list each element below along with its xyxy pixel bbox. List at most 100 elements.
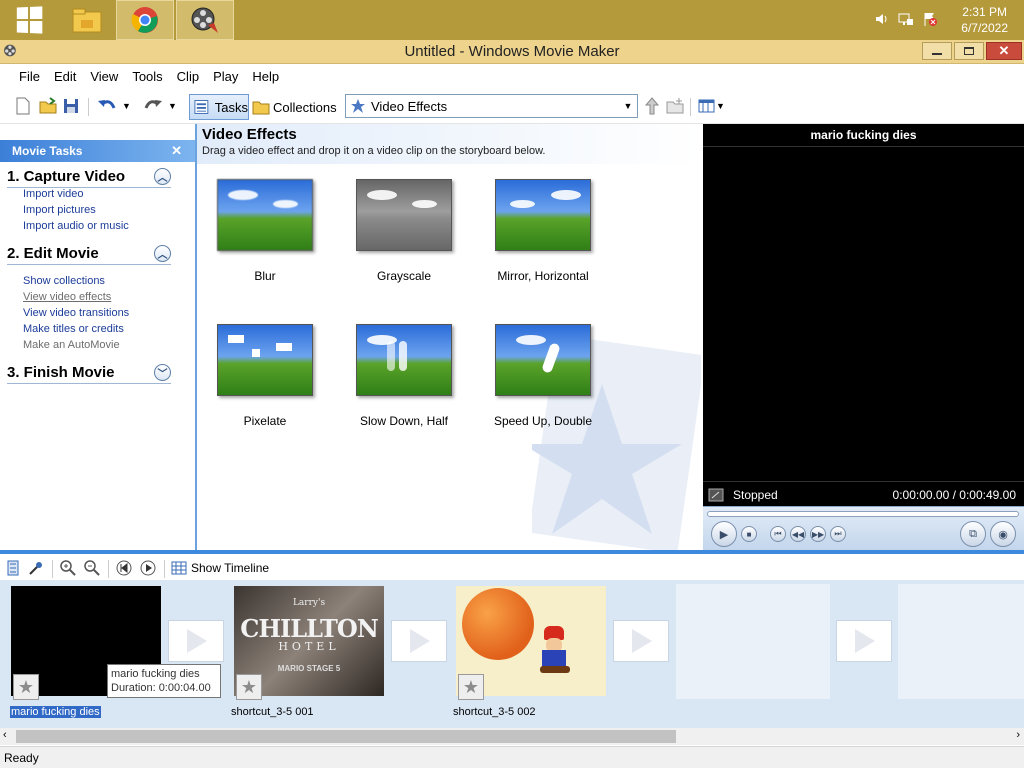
section-edit-movie[interactable]: 2. Edit Movie ︿ <box>7 245 171 265</box>
chrome-icon <box>131 7 158 33</box>
network-icon[interactable] <box>898 11 914 27</box>
effect-grayscale[interactable]: Grayscale <box>339 179 469 283</box>
new-project-icon[interactable] <box>14 96 32 116</box>
transition-slot[interactable] <box>836 620 892 662</box>
rewind-button[interactable]: ◀◀ <box>790 526 806 542</box>
effect-blur[interactable]: Blur <box>200 179 330 283</box>
expand-down-icon[interactable]: ﹀ <box>154 364 171 381</box>
restore-button[interactable] <box>954 42 984 60</box>
zoom-out-icon[interactable] <box>84 560 100 576</box>
preview-time: 0:00:00.00 / 0:00:49.00 <box>892 488 1016 502</box>
effect-thumbnail <box>495 324 591 396</box>
collections-button[interactable]: Collections <box>252 94 337 120</box>
taskbar: 2:31 PM 6/7/2022 <box>0 0 1024 40</box>
effect-star-icon[interactable]: ★ <box>458 674 484 700</box>
task-show-collections[interactable]: Show collections <box>23 275 105 287</box>
effect-slow-down-half[interactable]: Slow Down, Half <box>339 324 469 428</box>
section-finish-movie[interactable]: 3. Finish Movie ﹀ <box>7 364 171 384</box>
menu-clip[interactable]: Clip <box>170 69 206 84</box>
collapse-up-icon[interactable]: ︿ <box>154 245 171 262</box>
task-make-automovie[interactable]: Make an AutoMovie <box>23 339 120 351</box>
section-capture-video[interactable]: 1. Capture Video ︿ <box>7 168 171 188</box>
task-import-pictures[interactable]: Import pictures <box>23 204 96 216</box>
views-dropdown-icon[interactable]: ▼ <box>716 96 725 116</box>
task-import-video[interactable]: Import video <box>23 188 84 200</box>
stop-button[interactable]: ■ <box>741 526 757 542</box>
scrollbar-thumb[interactable] <box>16 730 676 743</box>
seek-bar[interactable] <box>707 511 1019 517</box>
menu-file[interactable]: File <box>12 69 47 84</box>
menu-play[interactable]: Play <box>206 69 245 84</box>
fast-forward-button[interactable]: ▶▶ <box>810 526 826 542</box>
close-button[interactable]: ✕ <box>986 42 1022 60</box>
storyboard-clip-3[interactable]: ★ <box>456 586 606 700</box>
storyboard-scrollbar[interactable]: ‹ › <box>0 728 1024 745</box>
collection-dropdown-value: Video Effects <box>371 98 448 114</box>
chrome-taskbar-button[interactable] <box>116 0 174 40</box>
rewind-storyboard-icon[interactable] <box>116 560 132 576</box>
menu-edit[interactable]: Edit <box>47 69 83 84</box>
save-project-icon[interactable] <box>62 96 80 116</box>
status-bar: Ready <box>0 746 1024 768</box>
task-view-video-transitions[interactable]: View video transitions <box>23 307 129 319</box>
previous-frame-button[interactable]: ⏮ <box>770 526 786 542</box>
audio-levels-icon[interactable] <box>28 560 44 576</box>
storyboard-clip-2[interactable]: Larry's CHILLTON HOTEL MARIO STAGE 5 ★ <box>234 586 384 700</box>
effect-star-icon[interactable]: ★ <box>236 674 262 700</box>
preview-title: mario fucking dies <box>810 128 917 142</box>
collapse-up-icon[interactable]: ︿ <box>154 168 171 185</box>
effect-mirror-horizontal[interactable]: Mirror, Horizontal <box>478 179 608 283</box>
redo-icon[interactable] <box>142 96 164 116</box>
minimize-button[interactable] <box>922 42 952 60</box>
new-collection-folder-icon[interactable] <box>666 96 684 116</box>
undo-dropdown-icon[interactable]: ▼ <box>122 96 131 116</box>
open-project-icon[interactable] <box>38 96 58 116</box>
scroll-left-icon[interactable]: ‹ <box>3 729 7 741</box>
transition-slot[interactable] <box>613 620 669 662</box>
video-effects-panel: Video Effects Drag a video effect and dr… <box>197 124 701 550</box>
collection-dropdown[interactable]: Video Effects ▼ <box>345 94 638 118</box>
preview-screen[interactable] <box>703 146 1024 482</box>
clock[interactable]: 2:31 PM 6/7/2022 <box>961 4 1008 36</box>
empty-clip-slot[interactable] <box>898 584 1024 699</box>
effect-pixelate[interactable]: Pixelate <box>200 324 330 428</box>
show-timeline-button[interactable]: Show Timeline <box>171 560 269 576</box>
action-center-flag-icon[interactable] <box>922 11 938 27</box>
tasks-button[interactable]: Tasks <box>189 94 249 120</box>
split-view-icon[interactable] <box>708 488 724 502</box>
window-titlebar[interactable]: Untitled - Windows Movie Maker ✕ <box>0 40 1024 64</box>
empty-clip-slot[interactable] <box>676 584 830 699</box>
transition-slot[interactable] <box>168 620 224 662</box>
movie-maker-taskbar-button[interactable] <box>176 0 234 40</box>
redo-dropdown-icon[interactable]: ▼ <box>168 96 177 116</box>
effect-label: Grayscale <box>376 269 432 283</box>
movie-tasks-header: Movie Tasks ✕ <box>0 140 196 162</box>
scroll-right-icon[interactable]: › <box>1016 729 1020 741</box>
play-storyboard-icon[interactable] <box>140 560 156 576</box>
views-icon[interactable] <box>698 96 716 116</box>
close-tasks-icon[interactable]: ✕ <box>171 143 182 159</box>
effect-speed-up-double[interactable]: Speed Up, Double <box>478 324 608 428</box>
zoom-in-icon[interactable] <box>60 560 76 576</box>
task-import-audio[interactable]: Import audio or music <box>23 220 129 232</box>
clip-name[interactable]: shortcut_3-5 001 <box>231 706 314 718</box>
menu-view[interactable]: View <box>83 69 125 84</box>
play-button[interactable]: ▶ <box>711 521 737 547</box>
menu-tools[interactable]: Tools <box>125 69 169 84</box>
clip-name[interactable]: mario fucking dies <box>10 706 101 718</box>
next-frame-button[interactable]: ⏭ <box>830 526 846 542</box>
take-picture-button[interactable]: ◉ <box>990 521 1016 547</box>
menu-help[interactable]: Help <box>245 69 286 84</box>
clip-name[interactable]: shortcut_3-5 002 <box>453 706 536 718</box>
narrate-timeline-icon[interactable] <box>6 560 20 576</box>
undo-icon[interactable] <box>96 96 118 116</box>
start-button[interactable] <box>0 0 58 40</box>
task-make-titles[interactable]: Make titles or credits <box>23 323 124 335</box>
transition-slot[interactable] <box>391 620 447 662</box>
file-explorer-taskbar-button[interactable] <box>58 0 116 40</box>
split-clip-button[interactable]: ⧉ <box>960 521 986 547</box>
speaker-icon[interactable] <box>874 11 890 27</box>
up-level-icon[interactable] <box>644 96 660 116</box>
task-view-video-effects[interactable]: View video effects <box>23 291 111 303</box>
effect-star-icon[interactable]: ★ <box>13 674 39 700</box>
